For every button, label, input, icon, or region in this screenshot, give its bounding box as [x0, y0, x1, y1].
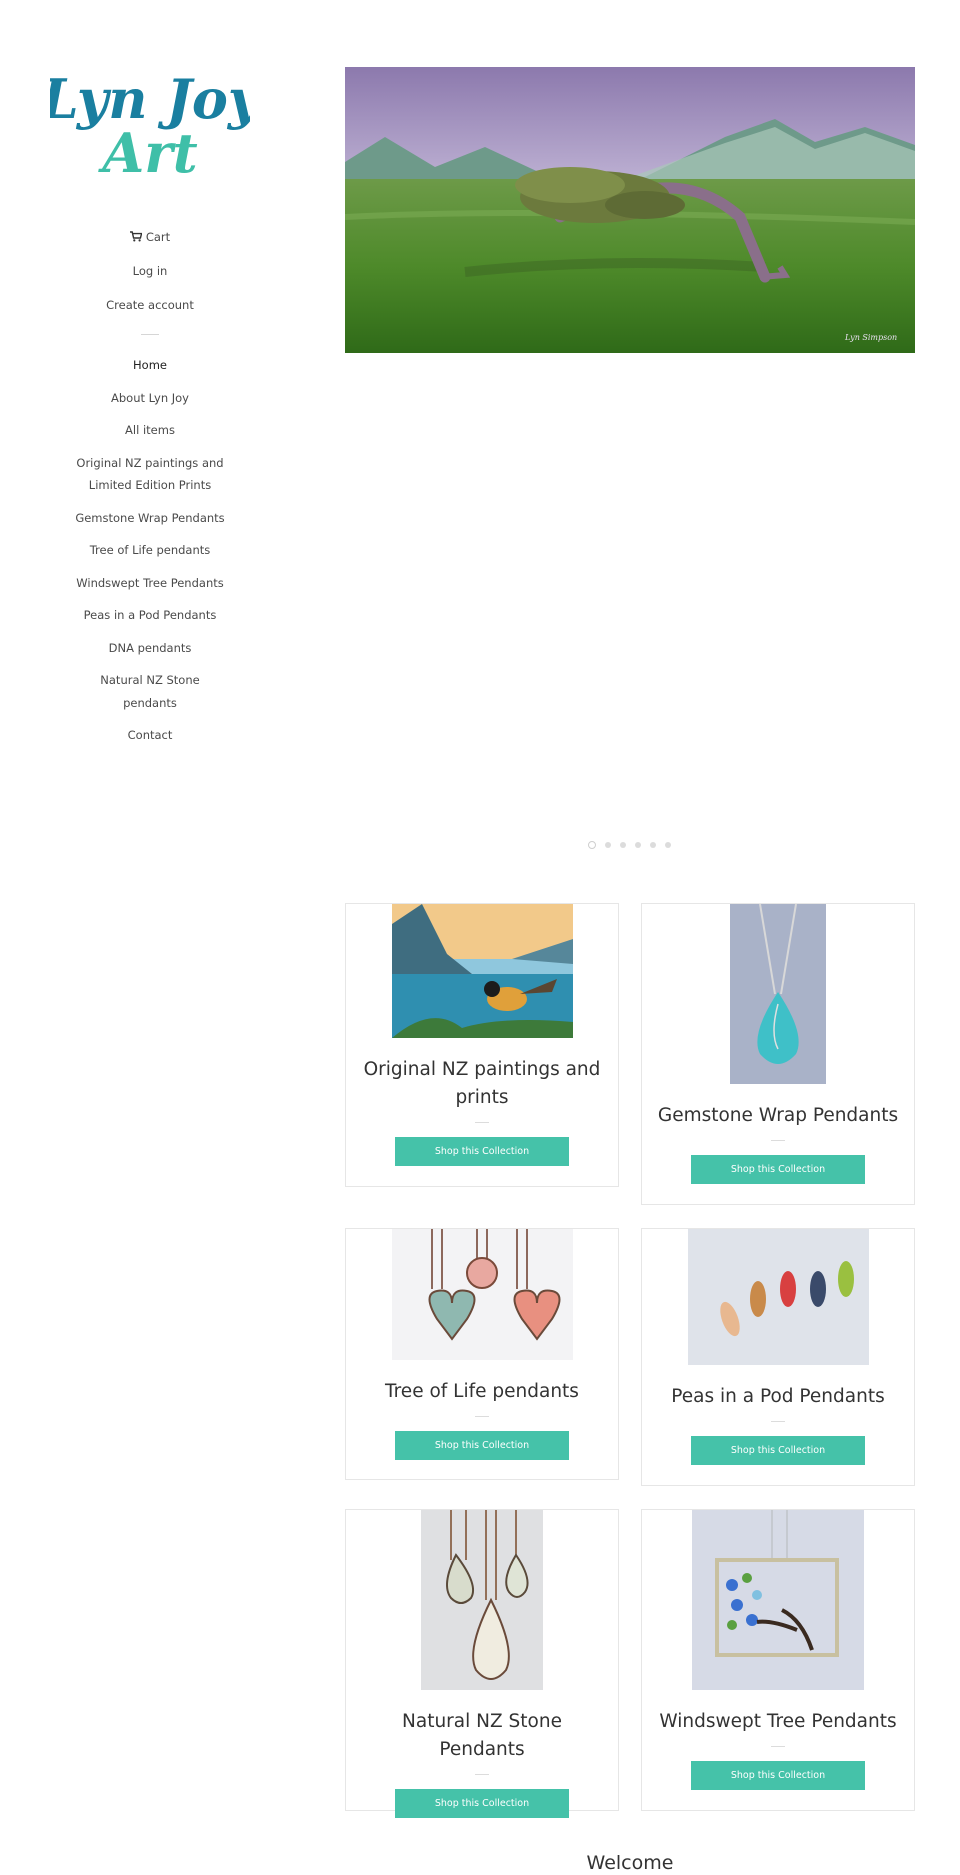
collection-card-gemstone[interactable]: Gemstone Wrap Pendants Shop this Collect…	[641, 903, 915, 1205]
main-nav: Home About Lyn Joy All items Original NZ…	[50, 349, 250, 752]
nav-item-dna[interactable]: DNA pendants	[50, 632, 250, 665]
slider-dot-4[interactable]	[635, 842, 641, 848]
slider-dot-6[interactable]	[665, 842, 671, 848]
collection-image-peas[interactable]	[687, 1229, 869, 1365]
collection-rule	[475, 1122, 489, 1123]
collection-card-tree-of-life[interactable]: Tree of Life pendants Shop this Collecti…	[345, 1228, 619, 1480]
nav-item-all-items[interactable]: All items	[50, 414, 250, 447]
collection-card-nz-stone[interactable]: Natural NZ Stone Pendants Shop this Coll…	[345, 1509, 619, 1818]
nav-item-tree-of-life[interactable]: Tree of Life pendants	[50, 534, 250, 567]
collection-image-tree-of-life[interactable]	[391, 1229, 573, 1360]
collection-title-nz-stone: Natural NZ Stone Pendants	[402, 1711, 562, 1760]
shop-collection-button-paintings[interactable]: Shop this Collection	[395, 1137, 569, 1166]
collection-image-gemstone[interactable]	[730, 904, 826, 1084]
collection-image-windswept[interactable]	[692, 1510, 864, 1690]
shop-collection-button-nz-stone[interactable]: Shop this Collection	[395, 1789, 569, 1818]
svg-text:Art: Art	[97, 121, 197, 185]
nav-item-nz-stone[interactable]: Natural NZ Stone pendants	[50, 664, 250, 719]
sidebar: Lyn Joy Art Cart Log in Create account H…	[50, 60, 250, 752]
collection-card-paintings[interactable]: Original NZ paintings and prints Shop th…	[345, 903, 619, 1187]
welcome-heading: Welcome	[586, 1852, 674, 1874]
collection-rule	[475, 1416, 489, 1417]
collection-rule	[771, 1140, 785, 1141]
collection-image-paintings[interactable]	[391, 904, 573, 1038]
nav-item-contact[interactable]: Contact	[50, 719, 250, 752]
hero-slide-image[interactable]: Lyn Simpson	[345, 67, 915, 353]
nav-item-gemstone[interactable]: Gemstone Wrap Pendants	[50, 502, 250, 535]
collection-card-windswept[interactable]: Windswept Tree Pendants Shop this Collec…	[641, 1509, 915, 1811]
collection-title-windswept: Windswept Tree Pendants	[659, 1711, 897, 1732]
collection-title-paintings: Original NZ paintings and prints	[363, 1059, 601, 1108]
collection-image-nz-stone[interactable]	[421, 1510, 543, 1690]
nav-item-home[interactable]: Home	[50, 349, 250, 382]
shop-collection-button-peas[interactable]: Shop this Collection	[691, 1436, 865, 1465]
collection-title-peas: Peas in a Pod Pendants	[671, 1386, 885, 1407]
shop-collection-button-windswept[interactable]: Shop this Collection	[691, 1761, 865, 1790]
slider-dot-5[interactable]	[650, 842, 656, 848]
nav-item-windswept[interactable]: Windswept Tree Pendants	[50, 567, 250, 600]
cart-label: Cart	[145, 230, 171, 244]
login-link[interactable]: Log in	[50, 254, 250, 288]
collection-title-tree-of-life: Tree of Life pendants	[385, 1381, 579, 1402]
sidebar-divider	[141, 334, 159, 335]
cart-link[interactable]: Cart	[50, 220, 250, 254]
cart-icon	[129, 231, 142, 242]
nav-item-about[interactable]: About Lyn Joy	[50, 382, 250, 415]
shop-collection-button-gemstone[interactable]: Shop this Collection	[691, 1155, 865, 1184]
site-logo[interactable]: Lyn Joy Art	[50, 60, 250, 190]
collection-card-peas[interactable]: Peas in a Pod Pendants Shop this Collect…	[641, 1228, 915, 1486]
slider-pagination	[588, 841, 671, 849]
collection-title-gemstone: Gemstone Wrap Pendants	[657, 1105, 899, 1126]
nav-item-paintings[interactable]: Original NZ paintings and Limited Editio…	[50, 447, 250, 502]
slider-dot-2[interactable]	[605, 842, 611, 848]
create-account-link[interactable]: Create account	[50, 288, 250, 322]
collection-rule	[771, 1421, 785, 1422]
slider-dot-1[interactable]	[588, 841, 596, 849]
slider-dot-3[interactable]	[620, 842, 626, 848]
shop-collection-button-tree-of-life[interactable]: Shop this Collection	[395, 1431, 569, 1460]
nav-item-peas[interactable]: Peas in a Pod Pendants	[50, 599, 250, 632]
collection-rule	[771, 1746, 785, 1747]
collection-rule	[475, 1774, 489, 1775]
hero-signature: Lyn Simpson	[844, 333, 897, 342]
account-links: Cart Log in Create account	[50, 220, 250, 322]
